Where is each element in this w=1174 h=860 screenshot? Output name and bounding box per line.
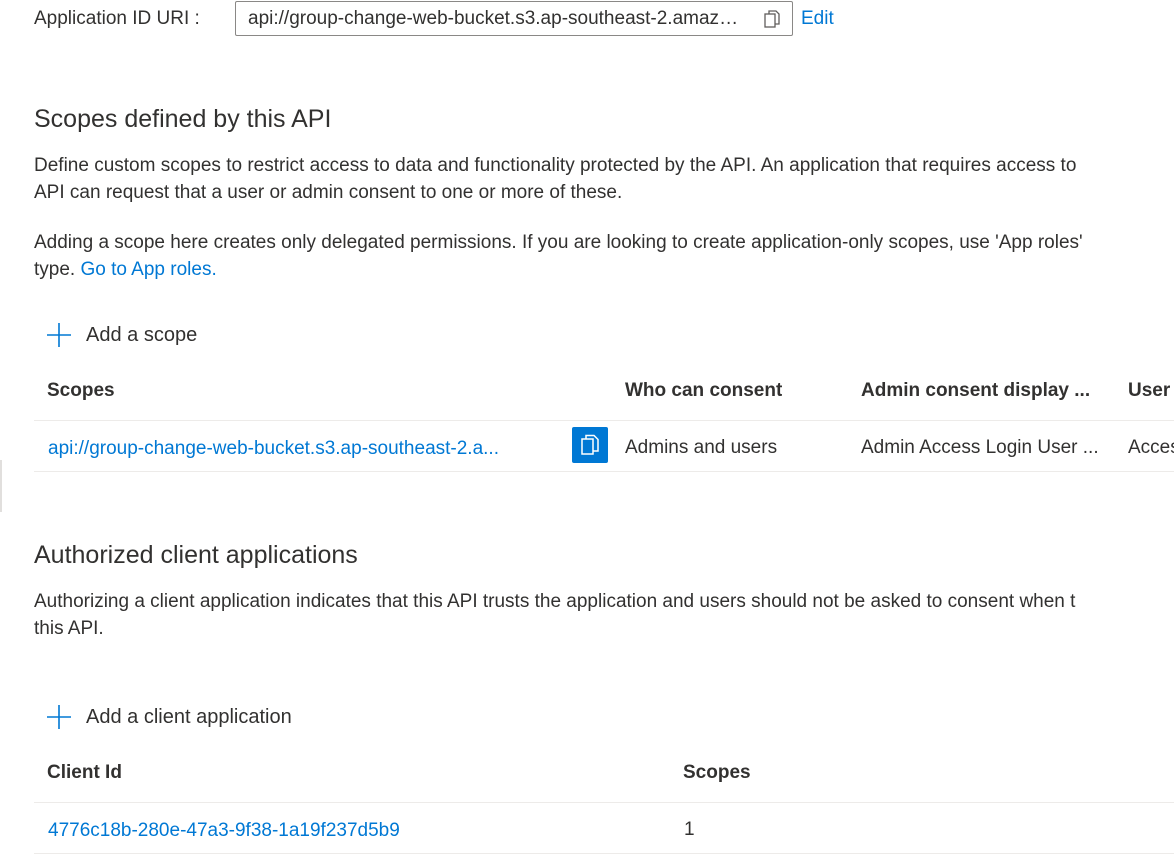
scopes-note: Adding a scope here creates only delegat…: [34, 229, 1083, 283]
client-scopes-count: 1: [684, 819, 695, 840]
go-to-app-roles-link[interactable]: Go to App roles.: [80, 259, 216, 280]
scopes-section-title: Scopes defined by this API: [34, 105, 332, 133]
column-header-user[interactable]: User: [1128, 380, 1170, 402]
client-id-link[interactable]: 4776c18b-280e-47a3-9f38-1a19f237d5b9: [48, 820, 400, 842]
add-scope-label: Add a scope: [86, 323, 198, 346]
clients-description: Authorizing a client application indicat…: [34, 588, 1075, 642]
column-header-admin-consent-display[interactable]: Admin consent display ...: [861, 380, 1090, 402]
admin-consent-display-value: Admin Access Login User ...: [861, 437, 1099, 458]
plus-icon: [47, 323, 71, 347]
add-client-application-label: Add a client application: [86, 705, 292, 728]
clients-description-line1: Authorizing a client application indicat…: [34, 591, 1076, 612]
application-id-uri-row: Application ID URI : api://group-change-…: [34, 0, 834, 37]
copy-scope-button[interactable]: [572, 427, 608, 463]
expose-api-page: Application ID URI : api://group-change-…: [0, 0, 1174, 860]
column-header-client-id[interactable]: Client Id: [47, 762, 122, 784]
copy-icon: [581, 434, 599, 455]
edit-uri-link[interactable]: Edit: [801, 8, 834, 30]
application-id-uri-value: api://group-change-web-bucket.s3.ap-sout…: [248, 7, 748, 29]
clients-section-title: Authorized client applications: [34, 541, 358, 569]
plus-icon: [47, 705, 71, 729]
copy-icon[interactable]: [764, 10, 780, 28]
scopes-description: Define custom scopes to restrict access …: [34, 152, 1076, 206]
table-row[interactable]: api://group-change-web-bucket.s3.ap-sout…: [34, 420, 1174, 472]
column-header-scopes[interactable]: Scopes: [683, 762, 751, 784]
scopes-note-prefix: type.: [34, 259, 76, 280]
who-can-consent-value: Admins and users: [625, 437, 778, 458]
application-id-uri-label: Application ID URI :: [34, 7, 200, 29]
column-header-who-can-consent[interactable]: Who can consent: [625, 380, 782, 402]
scopes-note-line1: Adding a scope here creates only delegat…: [34, 232, 1083, 253]
column-header-scopes[interactable]: Scopes: [47, 380, 115, 402]
user-consent-display-value: Acces: [1128, 437, 1174, 458]
scopes-description-line2: API can request that a user or admin con…: [34, 182, 623, 203]
scope-link[interactable]: api://group-change-web-bucket.s3.ap-sout…: [48, 438, 548, 460]
table-row[interactable]: 4776c18b-280e-47a3-9f38-1a19f237d5b9 1: [34, 802, 1174, 854]
clients-description-line2: this API.: [34, 618, 104, 639]
application-id-uri-field[interactable]: api://group-change-web-bucket.s3.ap-sout…: [235, 1, 793, 36]
add-client-application-button[interactable]: Add a client application: [46, 704, 292, 730]
left-divider: [0, 460, 2, 512]
add-scope-button[interactable]: Add a scope: [46, 322, 197, 348]
scopes-description-line1: Define custom scopes to restrict access …: [34, 155, 1077, 176]
clients-table-header: Client Id Scopes: [34, 750, 1174, 802]
scopes-table-header: Scopes Who can consent Admin consent dis…: [34, 368, 1174, 420]
scopes-note-line2: type. Go to App roles.: [34, 256, 1083, 283]
